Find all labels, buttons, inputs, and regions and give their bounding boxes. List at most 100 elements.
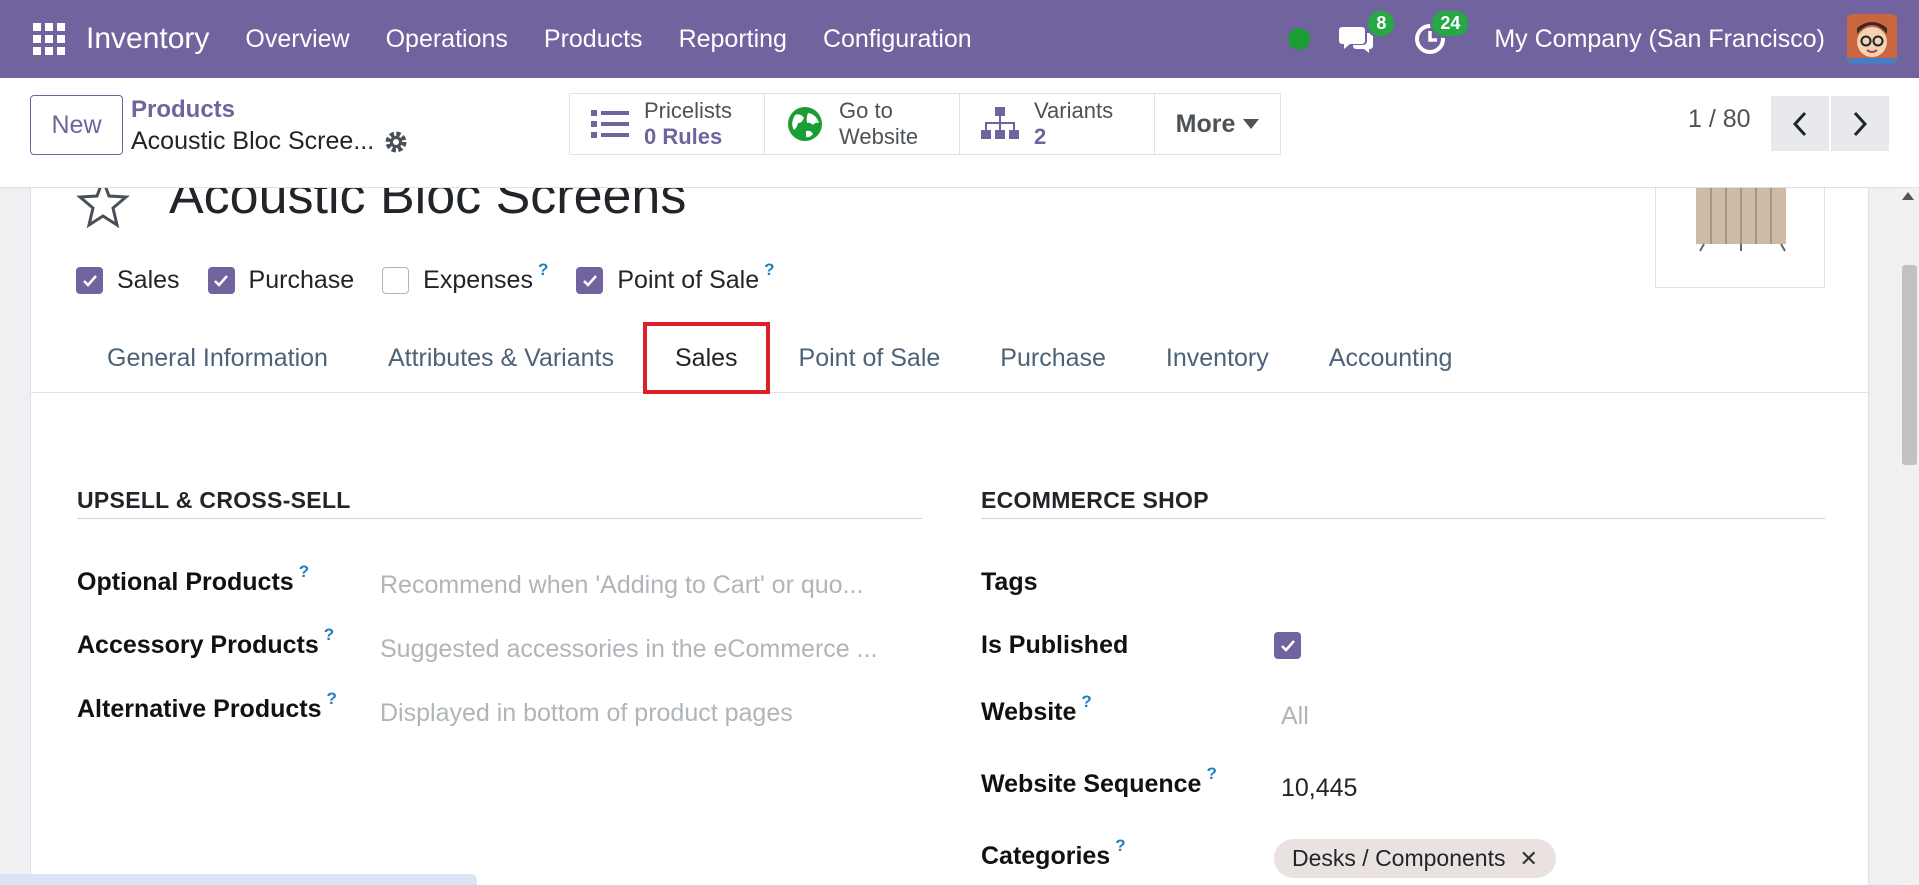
category-tag-label: Desks / Components: [1292, 845, 1506, 871]
breadcrumb-current: Acoustic Bloc Scree...: [131, 127, 375, 155]
go-to-website-button[interactable]: Go to Website: [764, 93, 960, 155]
help-tooltip-icon[interactable]: ?: [1081, 692, 1091, 727]
optional-products-label-text: Optional Products: [77, 568, 294, 596]
product-form-sheet: Acoustic Bloc Screens Sales Purchase Exp…: [30, 188, 1869, 885]
product-title[interactable]: Acoustic Bloc Screens: [169, 188, 686, 226]
check-icon: [82, 275, 97, 287]
alternative-products-label: Alternative Products ?: [77, 689, 337, 724]
expenses-checkbox-label-wrap[interactable]: Expenses ?: [423, 260, 548, 295]
scrollbar-thumb[interactable]: [1902, 265, 1917, 465]
website-line2: Website: [839, 124, 919, 149]
gear-icon[interactable]: [383, 129, 409, 155]
help-tooltip-icon[interactable]: ?: [538, 260, 548, 295]
activities-count-badge: 24: [1430, 9, 1471, 38]
product-image[interactable]: [1655, 188, 1825, 288]
website-line1: Go to: [839, 98, 893, 123]
pricelists-value: 0 Rules: [644, 124, 723, 149]
sales-checkbox-label[interactable]: Sales: [117, 266, 180, 295]
website-sequence-input[interactable]: 10,445: [1281, 774, 1357, 803]
help-tooltip-icon[interactable]: ?: [327, 689, 337, 724]
website-sequence-label-text: Website Sequence: [981, 770, 1202, 798]
point-of-sale-checkbox-label-wrap[interactable]: Point of Sale ?: [617, 260, 774, 295]
is-published-label: Is Published: [981, 631, 1129, 659]
list-icon: [591, 110, 629, 138]
control-panel: New Products Acoustic Bloc Scree... Pric…: [0, 78, 1919, 188]
expenses-checkbox[interactable]: [382, 267, 410, 294]
check-icon: [1280, 640, 1295, 652]
variants-smart-button[interactable]: Variants 2: [959, 93, 1155, 155]
scroll-up-arrow-icon[interactable]: [1902, 192, 1914, 200]
menu-overview[interactable]: Overview: [227, 25, 367, 54]
categories-label: Categories ?: [981, 836, 1126, 871]
pager-next-button[interactable]: [1831, 96, 1889, 151]
tab-point-of-sale[interactable]: Point of Sale: [769, 323, 971, 393]
help-tooltip-icon[interactable]: ?: [1115, 836, 1125, 871]
pager-previous-button[interactable]: [1771, 96, 1829, 151]
purchase-checkbox-label[interactable]: Purchase: [249, 266, 355, 295]
check-icon: [214, 275, 228, 287]
accessory-products-label-text: Accessory Products: [77, 631, 319, 659]
accessory-products-label: Accessory Products ?: [77, 625, 334, 660]
company-switcher[interactable]: My Company (San Francisco): [1494, 25, 1825, 54]
new-button[interactable]: New: [30, 95, 123, 155]
tab-accounting[interactable]: Accounting: [1299, 323, 1483, 393]
menu-reporting[interactable]: Reporting: [661, 25, 805, 54]
tab-sales[interactable]: Sales: [642, 322, 770, 394]
expenses-checkbox-label[interactable]: Expenses: [423, 266, 533, 295]
alternative-products-input[interactable]: Displayed in bottom of product pages: [380, 699, 793, 728]
more-button[interactable]: More: [1154, 93, 1281, 155]
pager-value[interactable]: 1 / 80: [1688, 105, 1751, 134]
purchase-checkbox[interactable]: [207, 267, 235, 294]
tab-attributes-variants[interactable]: Attributes & Variants: [358, 323, 644, 393]
website-label: Website ?: [981, 692, 1092, 727]
ecommerce-divider: [981, 518, 1825, 519]
favorite-star-icon[interactable]: [76, 188, 130, 230]
tab-inventory[interactable]: Inventory: [1136, 323, 1299, 393]
optional-products-label: Optional Products ?: [77, 562, 309, 597]
top-navbar: Inventory Overview Operations Products R…: [0, 0, 1919, 78]
point-of-sale-checkbox-label[interactable]: Point of Sale: [617, 266, 759, 295]
app-menu-grid-icon[interactable]: [32, 22, 66, 56]
activities-button[interactable]: 24: [1410, 9, 1471, 59]
messages-count-badge: 8: [1366, 9, 1397, 38]
pricelists-smart-button[interactable]: Pricelists 0 Rules: [569, 93, 765, 155]
variants-label: Variants: [1034, 98, 1114, 123]
tab-purchase[interactable]: Purchase: [970, 323, 1136, 393]
sitemap-icon: [981, 107, 1019, 139]
optional-products-input[interactable]: Recommend when 'Adding to Cart' or quo..…: [380, 571, 863, 600]
globe-icon: [788, 107, 822, 141]
menu-operations[interactable]: Operations: [368, 25, 526, 54]
pricelists-label: Pricelists: [644, 98, 733, 123]
chevron-right-icon: [1853, 111, 1868, 136]
tab-general-information[interactable]: General Information: [77, 323, 358, 393]
accessory-products-input[interactable]: Suggested accessories in the eCommerce .…: [380, 635, 877, 664]
breadcrumb-products[interactable]: Products: [131, 96, 235, 124]
variants-value: 2: [1034, 124, 1047, 149]
remove-tag-icon[interactable]: ✕: [1519, 846, 1537, 872]
menu-products[interactable]: Products: [526, 25, 661, 54]
category-tag: Desks / Components ✕: [1274, 839, 1556, 878]
help-tooltip-icon[interactable]: ?: [764, 260, 774, 295]
upsell-section-title: UPSELL & CROSS-SELL: [77, 487, 351, 513]
chevron-left-icon: [1792, 111, 1807, 136]
form-tabs: General Information Attributes & Variant…: [31, 322, 1868, 394]
ecommerce-section-title: ECOMMERCE SHOP: [981, 487, 1209, 513]
upsell-divider: [77, 518, 922, 519]
sales-checkbox[interactable]: [76, 267, 103, 294]
website-sequence-label: Website Sequence ?: [981, 764, 1217, 799]
messages-button[interactable]: 8: [1336, 9, 1397, 59]
website-label-text: Website: [981, 698, 1077, 726]
app-brand[interactable]: Inventory: [86, 22, 209, 56]
caret-down-icon: [1243, 119, 1260, 129]
help-tooltip-icon[interactable]: ?: [1206, 764, 1216, 799]
check-icon: [582, 275, 597, 287]
user-avatar[interactable]: [1847, 14, 1897, 64]
help-tooltip-icon[interactable]: ?: [324, 625, 334, 660]
tags-label: Tags: [981, 568, 1038, 596]
website-select[interactable]: All: [1281, 702, 1309, 731]
more-label: More: [1175, 109, 1236, 138]
is-published-checkbox[interactable]: [1274, 632, 1301, 659]
menu-configuration[interactable]: Configuration: [805, 25, 990, 54]
help-tooltip-icon[interactable]: ?: [299, 562, 309, 597]
point-of-sale-checkbox[interactable]: [576, 267, 604, 294]
